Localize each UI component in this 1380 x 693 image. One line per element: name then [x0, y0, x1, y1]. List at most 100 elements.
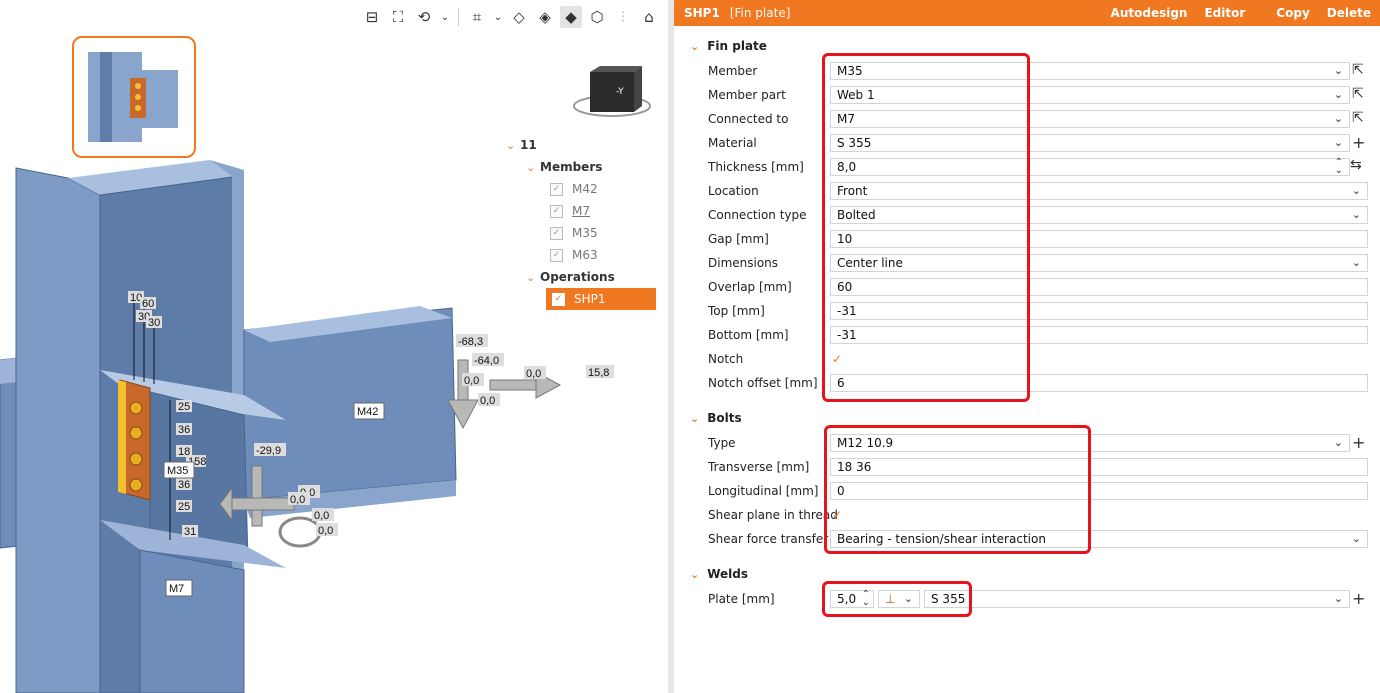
panel-header: SHP1 [Fin plate] Autodesign Editor Copy … [674, 0, 1380, 26]
row-label: Type [708, 436, 736, 450]
section-fin-plate[interactable]: ⌄ Fin plate [690, 39, 767, 53]
section-icon[interactable]: ⬡ [586, 6, 608, 28]
plus-icon[interactable]: + [1352, 433, 1365, 452]
bolt [129, 401, 143, 415]
thumbnail-drawing [88, 52, 178, 142]
svg-text:M42: M42 [357, 406, 378, 418]
cursor-pick-icon[interactable]: ⇱ [1352, 110, 1364, 126]
weld-material-select[interactable]: S 355 ⌄ [924, 590, 1350, 608]
view-toolbar: ⊟ ⛶ ⟲ ⌄ ⌗ ⌄ ◇ ◈ ◆ ⬡ ⫶ ⌂ [361, 6, 660, 28]
dimension-icon[interactable]: ⊟ [361, 6, 383, 28]
row-label: Thickness [mm] [708, 160, 804, 174]
highlight-box [822, 53, 1030, 402]
navcube-side [634, 66, 642, 112]
row-label: Member part [708, 88, 786, 102]
chevron-down-icon: ⌄ [690, 40, 700, 53]
svg-text:-64,0: -64,0 [474, 355, 499, 367]
autodesign-button[interactable]: Autodesign [1111, 6, 1188, 20]
chevron-down-icon: ⌄ [1333, 88, 1343, 101]
chevron-down-icon: ⌄ [690, 568, 700, 581]
row-label: Longitudinal [mm] [708, 484, 819, 498]
row-label: Overlap [mm] [708, 280, 792, 294]
chevron-down-icon[interactable]: ⌄ [492, 6, 504, 28]
row-label: Shear plane in thread [708, 508, 838, 522]
zoom-fit-icon[interactable]: ⛶ [387, 6, 409, 28]
wireframe-cube-icon[interactable]: ◇ [508, 6, 530, 28]
swap-icon[interactable]: ⇆ [1350, 157, 1362, 173]
plus-icon[interactable]: + [1352, 589, 1365, 608]
stepper-arrows-icon[interactable]: ⌃ ⌄ [1335, 158, 1343, 176]
bolt [129, 452, 143, 466]
section-welds[interactable]: ⌄ Welds [690, 567, 748, 581]
thumb-bolt [135, 83, 141, 89]
home-icon[interactable]: ⌂ [638, 6, 660, 28]
svg-text:15,8: 15,8 [588, 367, 609, 379]
bolt [129, 426, 143, 440]
chevron-down-icon: ⌄ [1351, 184, 1361, 197]
column-flange-left [15, 167, 101, 693]
svg-text:31: 31 [184, 526, 196, 538]
navcube-face-label: -Y [616, 87, 624, 97]
delete-button[interactable]: Delete [1327, 6, 1371, 20]
solid-cube-icon[interactable]: ◆ [560, 6, 582, 28]
svg-text:36: 36 [178, 479, 190, 491]
svg-text:0,0: 0,0 [314, 510, 329, 522]
svg-text:0,0: 0,0 [526, 368, 541, 380]
plus-icon[interactable]: + [1352, 133, 1365, 152]
row-label: Material [708, 136, 757, 150]
svg-text:25: 25 [178, 501, 190, 513]
fin-plate-weld [118, 380, 126, 494]
row-label: Member [708, 64, 758, 78]
svg-text:36: 36 [178, 424, 190, 436]
chevron-down-icon: ⌄ [1333, 112, 1343, 125]
editor-button[interactable]: Editor [1204, 6, 1245, 20]
viewport-3d[interactable]: ⊟ ⛶ ⟲ ⌄ ⌗ ⌄ ◇ ◈ ◆ ⬡ ⫶ ⌂ -Y ⌄ 11 ⌄ Member… [0, 0, 668, 693]
highlight-box [824, 425, 1091, 554]
cursor-pick-icon[interactable]: ⇱ [1352, 62, 1364, 78]
transparent-cube-icon[interactable]: ◈ [534, 6, 556, 28]
chevron-down-icon[interactable]: ⌄ [439, 6, 451, 28]
cursor-pick-icon[interactable]: ⇱ [1352, 86, 1364, 102]
row-label: Notch offset [mm] [708, 376, 818, 390]
svg-text:-29,9: -29,9 [256, 445, 281, 457]
chevron-down-icon: ⌄ [1333, 136, 1343, 149]
thumb-bolt [135, 94, 141, 100]
rotate-icon[interactable]: ⟲ [413, 6, 435, 28]
section-bolts[interactable]: ⌄ Bolts [690, 411, 742, 425]
row-label: Top [mm] [708, 304, 765, 318]
svg-text:0,0: 0,0 [290, 494, 305, 506]
row-label: Plate [mm] [708, 592, 775, 606]
chevron-down-icon: ⌄ [1333, 592, 1343, 605]
row-label: Connected to [708, 112, 789, 126]
row-label: Location [708, 184, 759, 198]
thumb-column-web [100, 52, 112, 142]
section-title: Bolts [707, 411, 742, 425]
properties-panel: SHP1 [Fin plate] Autodesign Editor Copy … [674, 0, 1380, 693]
chevron-down-icon: ⌄ [1333, 436, 1343, 449]
row-label: Dimensions [708, 256, 779, 270]
navigation-cube[interactable]: -Y [570, 62, 654, 122]
navcube-front [590, 72, 634, 112]
svg-text:30: 30 [148, 317, 160, 329]
highlight-box [822, 581, 972, 617]
row-label: Notch [708, 352, 744, 366]
row-label: Bottom [mm] [708, 328, 789, 342]
svg-text:0,0: 0,0 [318, 525, 333, 537]
copy-button[interactable]: Copy [1276, 6, 1309, 20]
section-title: Welds [707, 567, 749, 581]
svg-text:60: 60 [142, 298, 154, 310]
chevron-down-icon: ⌄ [1351, 256, 1361, 269]
chevron-down-icon: ⌄ [1333, 64, 1343, 77]
connection-model[interactable]: 10 60 30 30 25 36 18 158 36 25 31 -68,3 [0, 150, 668, 693]
section-title: Fin plate [707, 39, 767, 53]
thumb-bolt [135, 105, 141, 111]
toolbar-separator [458, 8, 459, 26]
mirror-icon[interactable]: ⫶ [612, 6, 634, 28]
crop-icon[interactable]: ⌗ [466, 6, 488, 28]
chevron-down-icon: ⌄ [1351, 532, 1361, 545]
chevron-down-icon: ⌄ [1351, 208, 1361, 221]
header-actions: Autodesign Editor Copy Delete [1111, 6, 1371, 20]
svg-text:M7: M7 [169, 583, 184, 595]
connection-thumbnail[interactable] [72, 36, 196, 158]
navcube-top [590, 66, 642, 72]
